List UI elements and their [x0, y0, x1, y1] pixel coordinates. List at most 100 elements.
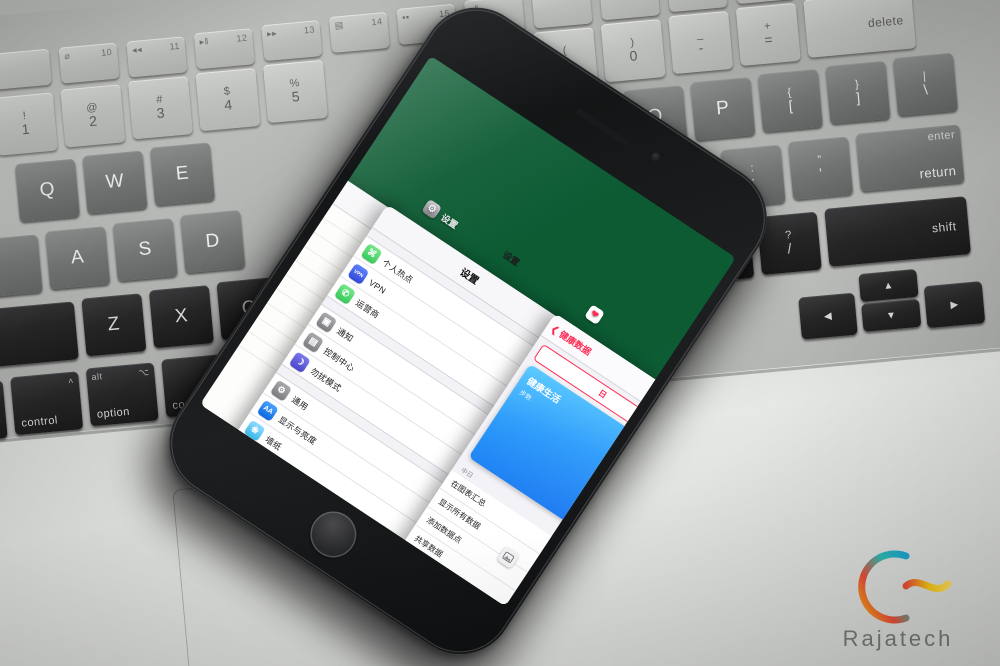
- key-arrow-left[interactable]: ◀: [798, 292, 858, 340]
- key-slash-lower: /: [786, 240, 793, 257]
- general-icon: ⚙: [270, 379, 293, 402]
- key-5-upper: %: [289, 76, 301, 90]
- key-z[interactable]: Z: [81, 293, 147, 357]
- key-option-label: option: [96, 405, 131, 421]
- key-option[interactable]: alt ⌥ option: [85, 362, 159, 427]
- control-caret-icon: ˄: [67, 375, 75, 387]
- key-delete-label: delete: [867, 13, 905, 31]
- key-d[interactable]: D: [180, 209, 246, 274]
- option-alt-label: alt: [91, 371, 103, 383]
- key-5-lower: 5: [291, 88, 301, 106]
- key-w[interactable]: W: [82, 150, 148, 214]
- settings-row-vpn-label: VPN: [367, 277, 389, 296]
- settings-nav-title: 设置: [457, 266, 481, 288]
- key-f12[interactable]: ▸‖ 12: [193, 28, 255, 70]
- key-e[interactable]: E: [149, 142, 216, 206]
- app-card-label-health: ❤: [584, 304, 605, 326]
- key-arrow-up[interactable]: ▲: [858, 268, 919, 303]
- key-p-label: P: [715, 97, 731, 120]
- key-f-extra-3[interactable]: [666, 0, 728, 13]
- key-4-upper: $: [223, 85, 232, 98]
- key-bracket-right-lower: ]: [855, 89, 862, 107]
- key-a-label: A: [70, 246, 86, 269]
- key-shift-left[interactable]: [0, 301, 79, 369]
- key-shift-right-label: shift: [931, 219, 958, 236]
- arrow-right-icon: ▶: [949, 298, 960, 311]
- key-f11[interactable]: ◂◂ 11: [126, 36, 188, 78]
- key-f9[interactable]: [0, 48, 52, 90]
- key-control[interactable]: ˄ control: [10, 371, 84, 436]
- key-q[interactable]: Q: [14, 158, 80, 222]
- key-e-label: E: [174, 162, 190, 185]
- key-1-lower: 1: [20, 121, 31, 138]
- notifications-icon: ▣: [315, 310, 338, 333]
- key-d-label: D: [204, 229, 221, 253]
- health-back-label: 健康数据: [557, 328, 594, 357]
- key-q-label: Q: [38, 178, 56, 202]
- key-p[interactable]: P: [690, 77, 756, 141]
- key-f-extra-2[interactable]: [599, 0, 661, 21]
- key-caps-lock[interactable]: lock: [0, 234, 43, 300]
- wallpaper-glyph: ❀: [249, 423, 261, 437]
- notifications-glyph: ▣: [320, 314, 334, 328]
- key-5[interactable]: % 5: [262, 59, 328, 124]
- key-x[interactable]: X: [148, 285, 214, 349]
- key-minus[interactable]: _ -: [668, 10, 734, 75]
- key-fn[interactable]: [0, 380, 8, 444]
- key-equal[interactable]: + =: [735, 2, 801, 66]
- key-4-lower: 4: [223, 96, 234, 114]
- app-card-label-settings: ⚙ 设置: [421, 198, 461, 232]
- key-return-label: return: [918, 162, 958, 182]
- settings-foreground-title: 设置: [500, 249, 522, 268]
- health-segment-day-label: 日: [596, 388, 609, 401]
- key-equal-lower: =: [763, 31, 774, 49]
- key-backslash-upper: |: [922, 70, 927, 83]
- key-backslash[interactable]: | \: [892, 52, 958, 116]
- key-bracket-left-upper: {: [786, 86, 793, 99]
- key-bracket-right[interactable]: }]: [825, 60, 891, 125]
- display-glyph: AA: [261, 404, 275, 417]
- photo-scene: ⌀ 10 ◂◂ 11 ▸‖ 12 ▸▸ 13 ▤ 14 ▪▪ 1 5 ▸‖: [0, 0, 1000, 666]
- settings-row-general-label: 通用: [290, 393, 311, 412]
- key-0-lower: 0: [628, 47, 639, 65]
- key-minus-lower: -: [697, 39, 705, 57]
- f13-label: 13: [303, 24, 316, 36]
- key-1[interactable]: ! 1: [0, 92, 58, 156]
- key-3-upper: #: [155, 93, 164, 106]
- key-1-upper: !: [22, 109, 27, 123]
- f11-glyph-icon: ◂◂: [131, 44, 143, 56]
- key-bracket-right-upper: }: [854, 78, 860, 91]
- f10-label: 10: [100, 46, 113, 58]
- carrier-icon: ✆: [334, 282, 357, 305]
- f10-glyph-icon: ⌀: [63, 50, 71, 62]
- arrow-left-icon: ◀: [823, 310, 833, 322]
- key-f-extra-1[interactable]: [531, 0, 593, 29]
- key-shift-right[interactable]: shift: [824, 196, 971, 267]
- key-arrow-down[interactable]: ▼: [861, 298, 922, 332]
- key-return[interactable]: enter return: [855, 124, 965, 192]
- hotspot-glyph: ⌘: [365, 246, 379, 260]
- rajatech-watermark: Rajatech: [814, 536, 982, 658]
- key-f13[interactable]: ▸▸ 13: [261, 20, 323, 62]
- key-a[interactable]: A: [45, 226, 111, 290]
- key-f10[interactable]: ⌀ 10: [58, 42, 120, 84]
- key-equal-upper: +: [763, 19, 772, 33]
- key-f14[interactable]: ▤ 14: [328, 11, 390, 53]
- key-w-label: W: [104, 170, 126, 193]
- f11-label: 11: [169, 40, 181, 52]
- key-3-lower: 3: [156, 104, 166, 122]
- key-delete[interactable]: delete: [803, 0, 917, 58]
- key-0[interactable]: ) 0: [600, 19, 666, 83]
- key-4[interactable]: $4: [195, 68, 261, 132]
- settings-gear-icon: ⚙: [421, 198, 443, 220]
- control-center-glyph: ▤: [307, 334, 320, 349]
- key-arrow-right[interactable]: ▶: [923, 281, 986, 329]
- key-s[interactable]: S: [112, 218, 178, 282]
- key-3[interactable]: #3: [127, 76, 193, 140]
- key-2[interactable]: @2: [60, 84, 126, 148]
- f14-label: 14: [371, 16, 383, 28]
- app-card-title-settings-foreground: 设置: [500, 248, 522, 269]
- key-quote[interactable]: ”’: [788, 136, 854, 200]
- key-bracket-left[interactable]: {[: [757, 69, 823, 133]
- key-quote-upper: ”: [817, 153, 823, 167]
